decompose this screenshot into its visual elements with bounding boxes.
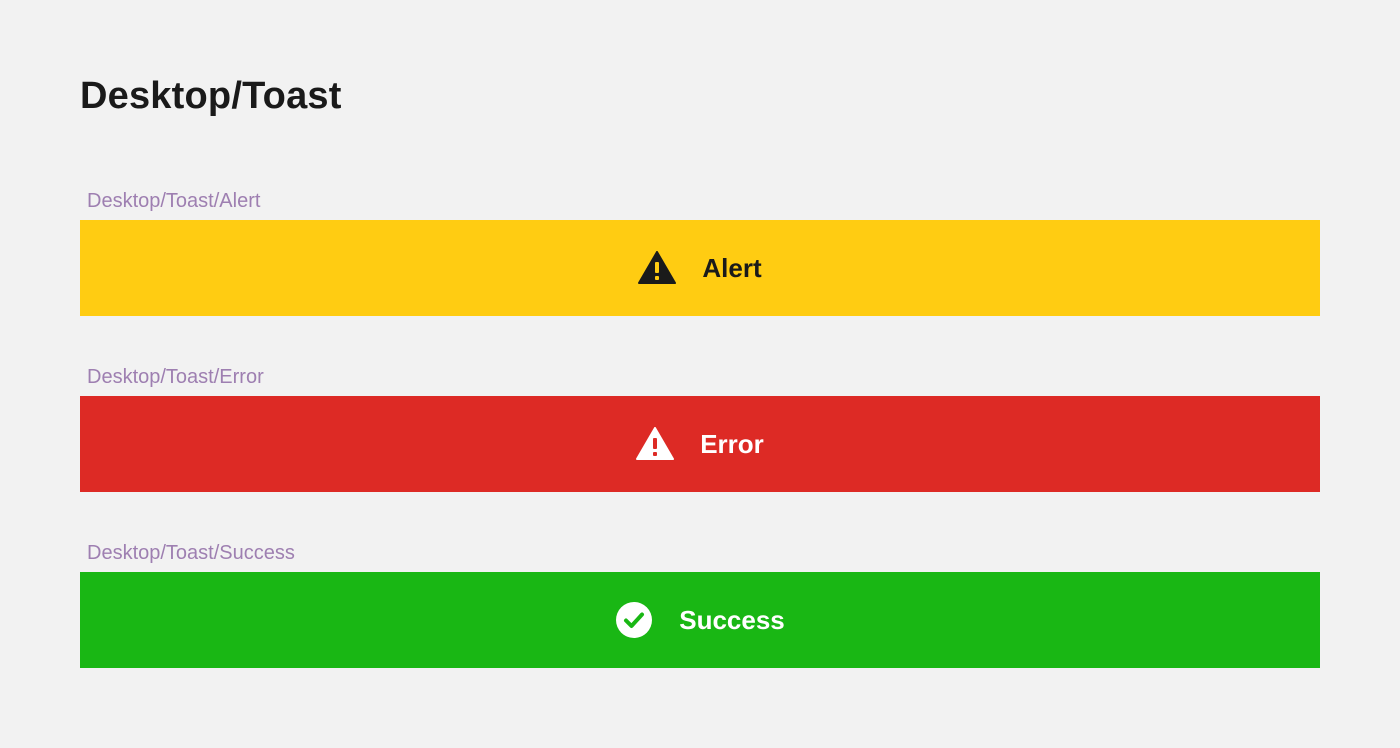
alert-toast-content: Alert xyxy=(638,251,762,285)
success-toast[interactable]: Success xyxy=(80,572,1320,668)
success-toast-message: Success xyxy=(679,605,785,635)
error-toast-content: Error xyxy=(636,427,764,461)
success-toast-content: Success xyxy=(615,601,785,639)
warning-triangle-icon xyxy=(638,251,677,285)
check-circle-icon xyxy=(615,601,653,639)
frame-label-alert: Desktop/Toast/Alert xyxy=(87,190,261,212)
page-title: Desktop/Toast xyxy=(80,75,342,117)
alert-toast-message: Alert xyxy=(702,253,762,283)
warning-triangle-icon xyxy=(636,427,675,461)
frame-label-error: Desktop/Toast/Error xyxy=(87,366,264,388)
error-toast[interactable]: Error xyxy=(80,396,1320,492)
error-toast-message: Error xyxy=(700,429,764,459)
frame-label-success: Desktop/Toast/Success xyxy=(87,542,295,564)
alert-toast[interactable]: Alert xyxy=(80,220,1320,316)
